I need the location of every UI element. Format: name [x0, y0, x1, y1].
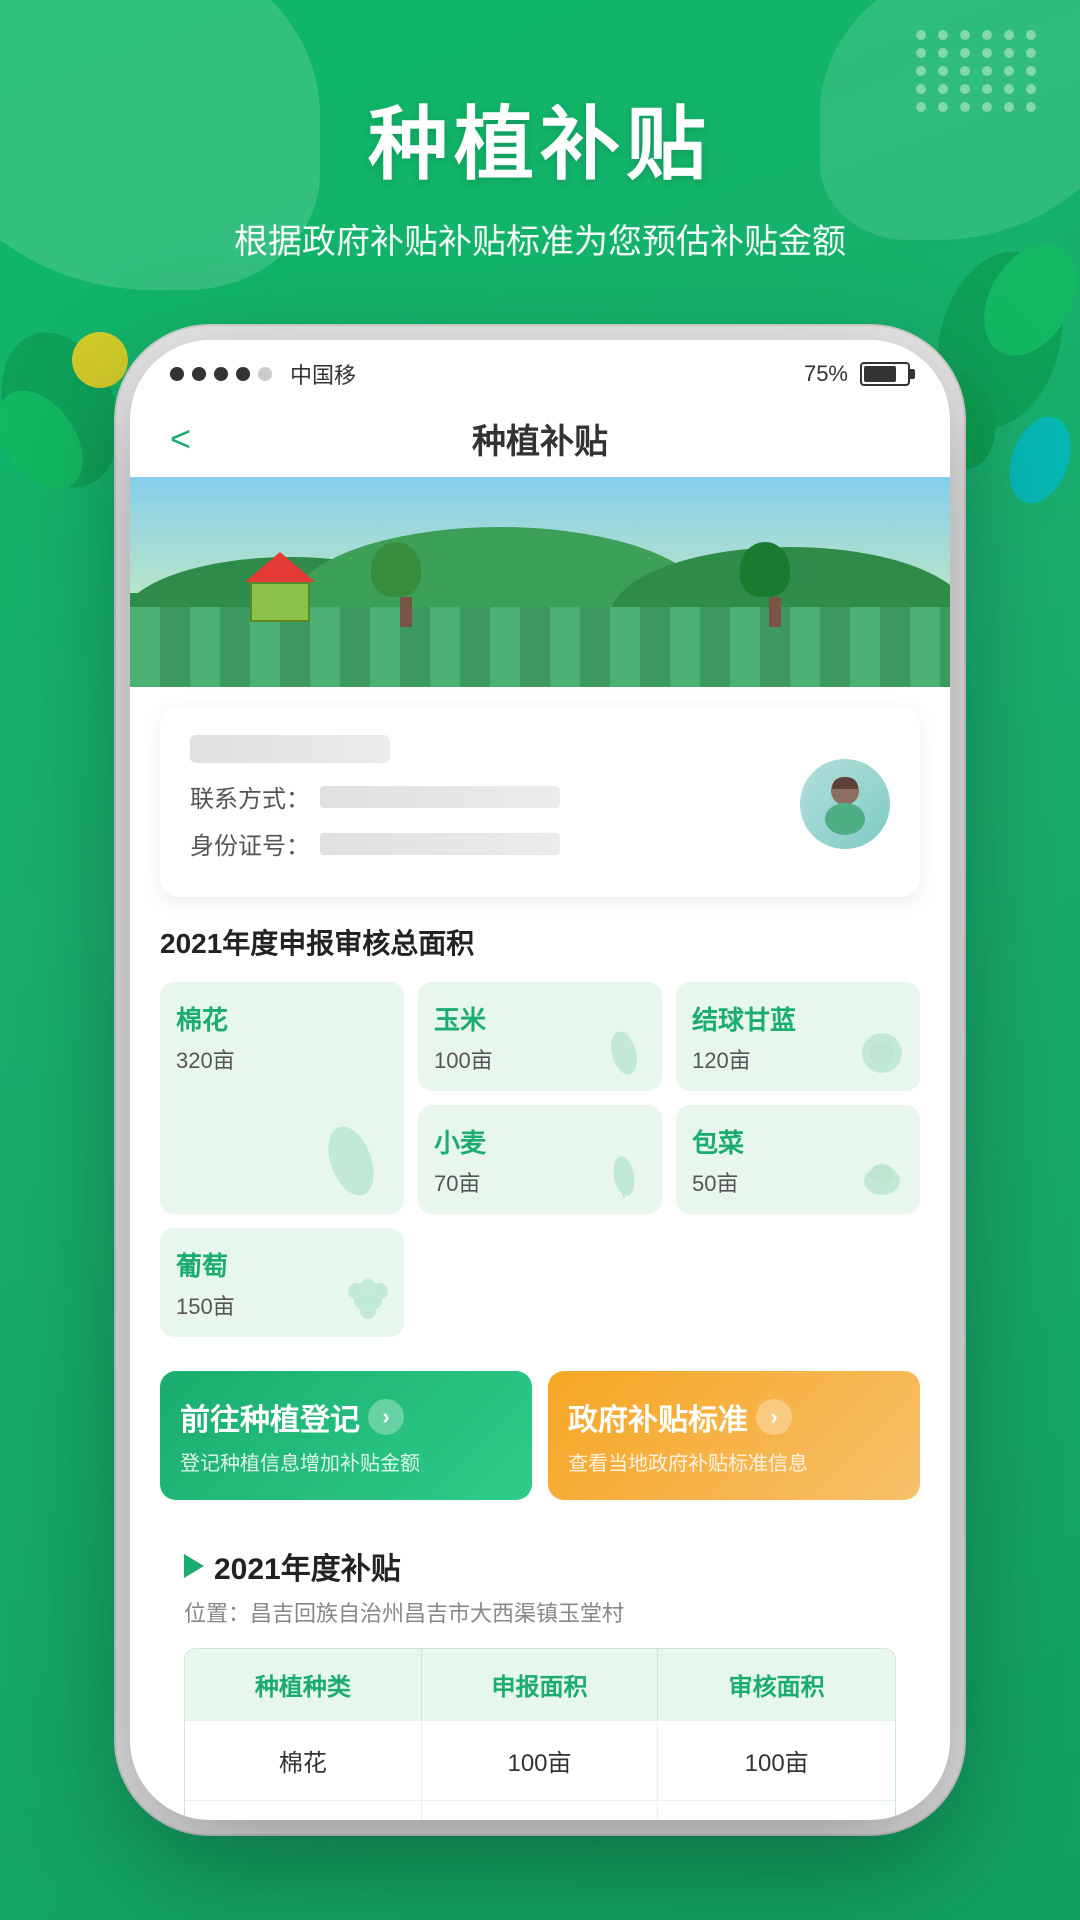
signal-dot-4	[236, 367, 250, 381]
crop-icon-corn	[594, 1023, 654, 1083]
crop-card-wheat: 小麦 70亩	[418, 1105, 662, 1214]
contact-value-blur	[320, 786, 560, 808]
crop-card-corn: 玉米 100亩	[418, 982, 662, 1091]
td-2-verified: 120亩	[658, 1801, 895, 1820]
standard-title: 政府补贴标准 ›	[568, 1395, 900, 1439]
id-detail: 身份证号：	[190, 826, 800, 861]
location-text: 位置：昌吉回族自治州昌吉市大西渠镇玉堂村	[184, 1596, 896, 1628]
user-info: 联系方式： 身份证号：	[190, 735, 800, 873]
tree-top-2	[740, 542, 790, 597]
signal-dot-3	[214, 367, 228, 381]
nav-bar: < 种植补贴	[130, 400, 950, 477]
table-row-1: 棉花 100亩 100亩	[185, 1720, 895, 1800]
carrier-text: 中国移	[290, 358, 356, 390]
nav-title: 种植补贴	[472, 414, 608, 463]
td-1-verified: 100亩	[658, 1721, 895, 1800]
user-card: 联系方式： 身份证号：	[160, 707, 920, 897]
main-title: 种植补贴	[0, 80, 1080, 196]
standard-sub: 查看当地政府补贴标准信息	[568, 1447, 900, 1476]
tree-trunk-1	[400, 597, 412, 627]
phone-mockup: 中国移 75% < 种植补贴	[130, 340, 950, 1820]
table-header: 种植种类 申报面积 审核面积	[185, 1649, 895, 1720]
user-avatar	[800, 759, 890, 849]
th-verified: 审核面积	[658, 1649, 895, 1720]
register-title: 前往种植登记 ›	[180, 1395, 512, 1439]
td-2-type: 玉米	[185, 1801, 422, 1820]
tree-top-1	[371, 542, 421, 597]
signal-dot-1	[170, 367, 184, 381]
register-sub: 登记种植信息增加补贴金额	[180, 1447, 512, 1476]
crop-card-cabbage: 结球甘蓝 120亩	[676, 982, 920, 1091]
battery-icon	[860, 362, 910, 386]
signal-area: 中国移	[170, 358, 356, 390]
register-button[interactable]: 前往种植登记 › 登记种植信息增加补贴金额	[160, 1371, 532, 1500]
th-declared: 申报面积	[422, 1649, 659, 1720]
contact-detail: 联系方式：	[190, 779, 800, 814]
crop-icon-cotton	[306, 1116, 396, 1206]
action-buttons: 前往种植登记 › 登记种植信息增加补贴金额 政府补贴标准 › 查看当地政府补贴标…	[160, 1371, 920, 1500]
location-value: 昌吉回族自治州昌吉市大西渠镇玉堂村	[250, 1601, 624, 1626]
td-2-declared: 120亩	[422, 1801, 659, 1820]
tree-2	[759, 542, 790, 627]
crop-card-grape: 葡萄 150亩	[160, 1228, 404, 1337]
avatar-icon	[810, 769, 880, 839]
tree-1	[390, 542, 421, 627]
content-area: 联系方式： 身份证号：	[130, 687, 950, 1820]
battery-percentage: 75%	[804, 361, 848, 387]
crop-name-cotton: 棉花	[176, 1000, 388, 1037]
location-label: 位置：	[184, 1601, 250, 1626]
status-bar: 中国移 75%	[130, 340, 950, 400]
standard-button[interactable]: 政府补贴标准 › 查看当地政府补贴标准信息	[548, 1371, 920, 1500]
house	[250, 552, 315, 622]
status-right: 75%	[804, 361, 910, 387]
td-1-type: 棉花	[185, 1721, 422, 1800]
contact-label: 联系方式：	[190, 779, 310, 814]
td-1-declared: 100亩	[422, 1721, 659, 1800]
crop-grid: 棉花 320亩 玉米 100亩	[160, 982, 920, 1337]
triangle-icon	[184, 1554, 204, 1578]
crop-icon-grape	[336, 1269, 396, 1329]
signal-dot-2	[192, 367, 206, 381]
subsidy-title: 2021年度补贴	[214, 1544, 401, 1588]
sub-title: 根据政府补贴补贴标准为您预估补贴金额	[0, 214, 1080, 263]
crop-icon-wheat	[594, 1146, 654, 1206]
crop-icon-greens	[852, 1146, 912, 1206]
crop-icon-cabbage	[852, 1023, 912, 1083]
subsidy-section: 2021年度补贴 位置：昌吉回族自治州昌吉市大西渠镇玉堂村 种植种类 申报面积 …	[160, 1520, 920, 1820]
standard-arrow-icon: ›	[756, 1399, 792, 1435]
house-roof	[245, 552, 315, 582]
farm-scene	[130, 477, 950, 687]
header-section: 种植补贴 根据政府补贴补贴标准为您预估补贴金额	[0, 80, 1080, 263]
user-name-blur	[190, 735, 390, 763]
th-type: 种植种类	[185, 1649, 422, 1720]
area-section-title: 2021年度申报审核总面积	[160, 922, 920, 962]
subsidy-table: 种植种类 申报面积 审核面积 棉花 100亩 100亩 玉米 120亩 120亩	[184, 1648, 896, 1820]
house-body	[250, 582, 310, 622]
farm-banner	[130, 477, 950, 687]
crop-area-cotton: 320亩	[176, 1043, 388, 1075]
id-value-blur	[320, 833, 560, 855]
battery-fill	[864, 366, 896, 382]
signal-dot-5	[258, 367, 272, 381]
crop-card-cotton: 棉花 320亩	[160, 982, 404, 1214]
tree-trunk-2	[769, 597, 781, 627]
crop-card-greens: 包菜 50亩	[676, 1105, 920, 1214]
register-arrow-icon: ›	[368, 1399, 404, 1435]
area-section: 2021年度申报审核总面积 棉花 320亩	[160, 898, 920, 1347]
subsidy-header: 2021年度补贴	[184, 1544, 896, 1588]
back-button[interactable]: <	[170, 418, 191, 460]
id-label: 身份证号：	[190, 826, 310, 861]
table-row-2: 玉米 120亩 120亩	[185, 1800, 895, 1820]
